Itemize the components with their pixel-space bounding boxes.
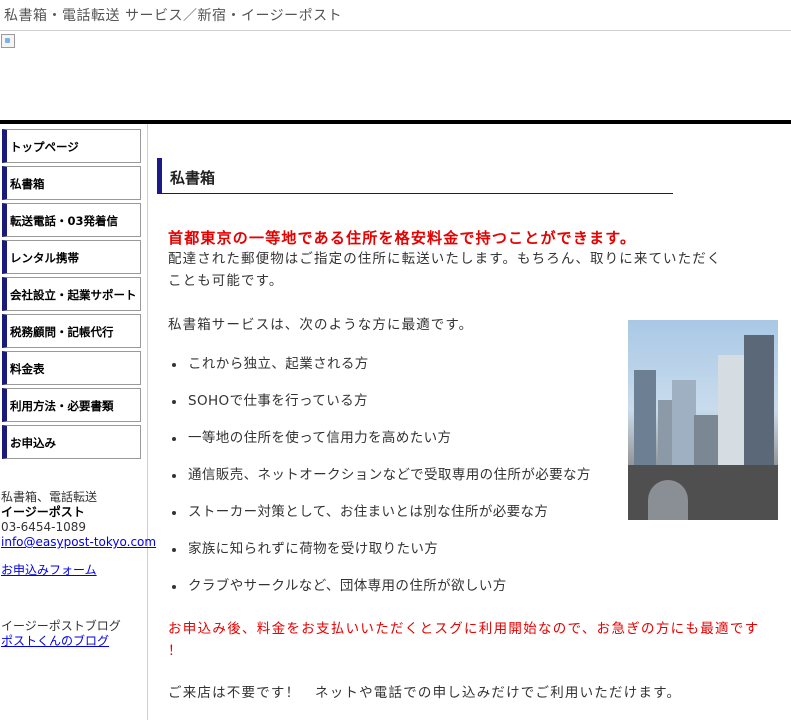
sidebar: トップページ 私書箱 転送電話・03発着信 レンタル携帯 会社設立・起業サポート…: [0, 124, 156, 720]
nav-item-rental-mobile[interactable]: レンタル携帯: [2, 240, 141, 274]
blog-link[interactable]: ポストくんのブログ: [1, 634, 109, 649]
company-name: イージーポスト: [1, 505, 85, 520]
nav-item-label: 利用方法・必要書類: [10, 399, 114, 413]
site-header: 私書箱・電話転送 サービス／新宿・イージーポスト: [0, 0, 791, 31]
company-description: 私書箱、電話転送: [1, 490, 98, 504]
nav-item-top[interactable]: トップページ: [2, 129, 141, 163]
notice-line-1: お申込み後、料金をお支払いいただくとスグに利用開始なので、お急ぎの方にも最適です: [168, 621, 760, 637]
site-title: 私書箱・電話転送 サービス／新宿・イージーポスト: [4, 8, 343, 24]
list-item: 一等地の住所を使って信用力を高めたい方: [168, 430, 608, 467]
intro-line-1: 配達された郵便物はご指定の住所に転送いたします。もちろん、取りに来ていただく: [168, 251, 722, 267]
list-item: ストーカー対策として、お住まいとは別な住所が必要な方: [168, 504, 608, 541]
nav-item-apply[interactable]: お申込み: [2, 425, 141, 459]
section-title: 私書箱: [170, 169, 216, 187]
nav-item-label: 税務顧問・記帳代行: [10, 325, 114, 339]
nav-item-tax-advisory[interactable]: 税務顧問・記帳代行: [2, 314, 141, 348]
nav-item-label: 会社設立・起業サポート: [10, 288, 137, 302]
blog-label: イージーポストブログ: [1, 619, 121, 633]
nav-item-company-setup[interactable]: 会社設立・起業サポート: [2, 277, 141, 311]
nav-item-label: 私書箱: [10, 177, 45, 191]
lead-headline: 首都東京の一等地である住所を格安料金で持つことができます。: [168, 229, 637, 247]
nav-item-pricing[interactable]: 料金表: [2, 351, 141, 385]
nav-item-label: レンタル携帯: [10, 251, 79, 265]
application-form-link[interactable]: お申込みフォーム: [1, 563, 97, 578]
company-name-text: イージーポスト: [1, 505, 85, 519]
nav-item-label: 料金表: [10, 362, 45, 376]
closing-text: ご来店は不要です！ ネットや電話での申し込みだけでご利用いただけます。: [168, 685, 682, 701]
header-banner-image: [1, 34, 15, 48]
shinjuku-skyline-photo: [628, 320, 778, 520]
list-item: 家族に知られずに荷物を受け取りたい方: [168, 541, 608, 578]
company-phone: 03-6454-1089: [1, 520, 87, 534]
email-link[interactable]: info@easypost-tokyo.com: [1, 535, 156, 550]
nav-item-label: お申込み: [10, 436, 56, 450]
main-content: 私書箱 首都東京の一等地である住所を格安料金で持つことができます。 配達された郵…: [148, 124, 791, 720]
section-heading: 私書箱: [157, 158, 673, 194]
quick-start-notice: お申込み後、料金をお支払いいただくとスグに利用開始なので、お急ぎの方にも最適です…: [168, 618, 778, 662]
suitable-for-text: 私書箱サービスは、次のような方に最適です。: [168, 317, 474, 333]
nav-item-phone-forwarding[interactable]: 転送電話・03発着信: [2, 203, 141, 237]
nav-item-label: 転送電話・03発着信: [10, 214, 119, 228]
nav-item-label: トップページ: [10, 140, 79, 154]
suitable-for-list: これから独立、起業される方 SOHOで仕事を行っている方 一等地の住所を使って信…: [168, 356, 608, 615]
list-item: SOHOで仕事を行っている方: [168, 393, 608, 430]
list-item: 通信販売、ネットオークションなどで受取専用の住所が必要な方: [168, 467, 608, 504]
list-item: これから独立、起業される方: [168, 356, 608, 393]
list-item: クラブやサークルなど、団体専用の住所が欲しい方: [168, 578, 608, 615]
notice-line-2: ！: [168, 643, 183, 659]
nav-item-po-box[interactable]: 私書箱: [2, 166, 141, 200]
nav-item-how-to-use[interactable]: 利用方法・必要書類: [2, 388, 141, 422]
intro-line-2: ことも可能です。: [168, 273, 284, 289]
